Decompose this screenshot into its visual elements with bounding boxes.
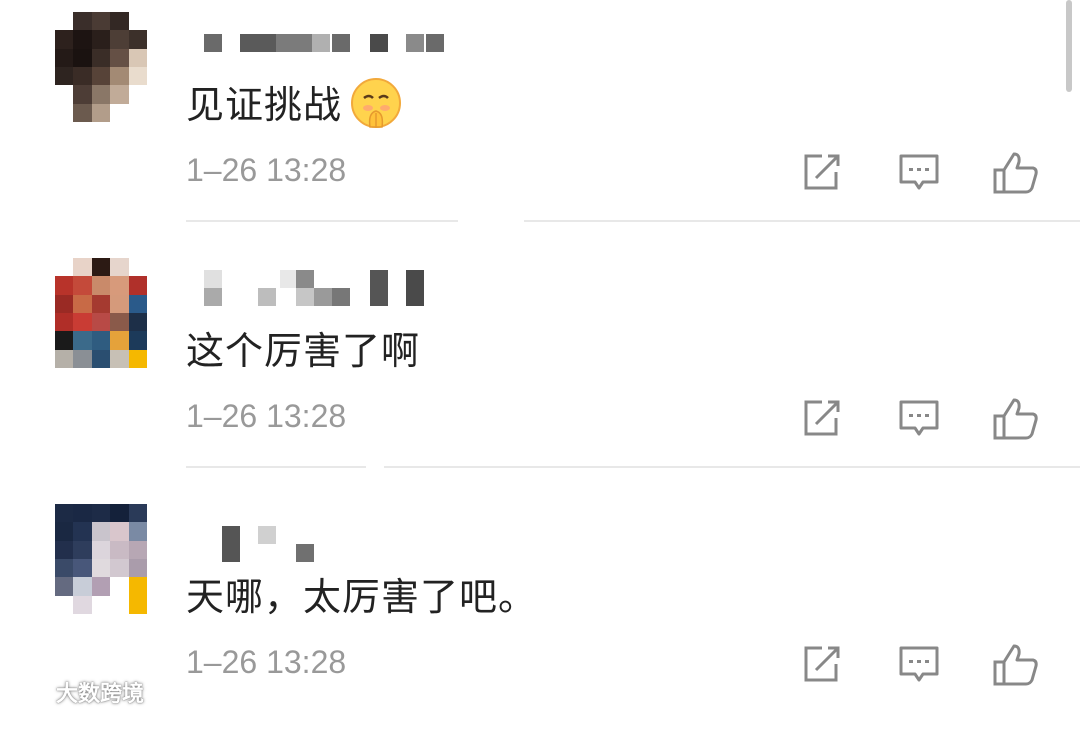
thumbs-up-icon[interactable]: [992, 396, 1038, 442]
comment-text: 这个厉害了啊: [186, 329, 421, 373]
watermark-logo-icon: [10, 678, 50, 706]
comment-text: 天哪，太厉害了吧。: [186, 575, 538, 619]
comment-item: 这个厉害了啊 1–26 13:28: [0, 246, 1080, 492]
comment-item: 见证挑战 1–26 13:28: [0, 0, 1080, 246]
timestamp: 1–26 13:28: [186, 398, 347, 434]
watermark: 大数跨境: [10, 676, 144, 708]
timestamp: 1–26 13:28: [186, 644, 347, 680]
comment-icon[interactable]: [896, 396, 942, 442]
timestamp: 1–26 13:28: [186, 152, 347, 188]
share-icon[interactable]: [798, 642, 844, 688]
share-icon[interactable]: [798, 150, 844, 196]
thumbs-up-icon[interactable]: [992, 642, 1038, 688]
username-redacted[interactable]: [200, 506, 460, 562]
username-redacted[interactable]: [200, 260, 460, 310]
share-icon[interactable]: [798, 396, 844, 442]
divider: [384, 466, 1080, 468]
username-redacted[interactable]: [200, 14, 460, 64]
comment-icon[interactable]: [896, 642, 942, 688]
avatar[interactable]: [55, 12, 147, 122]
thumbs-up-icon[interactable]: [992, 150, 1038, 196]
hushed-face-emoji-icon: [350, 77, 402, 138]
watermark-text: 大数跨境: [56, 682, 145, 707]
comment-icon[interactable]: [896, 150, 942, 196]
divider: [186, 466, 366, 468]
comment-text: 见证挑战: [186, 74, 402, 138]
comment-item: 天哪，太厉害了吧。 1–26 13:28: [0, 492, 1080, 738]
divider: [186, 220, 458, 222]
avatar[interactable]: [55, 504, 147, 614]
divider: [524, 220, 1080, 222]
avatar[interactable]: [55, 258, 147, 368]
